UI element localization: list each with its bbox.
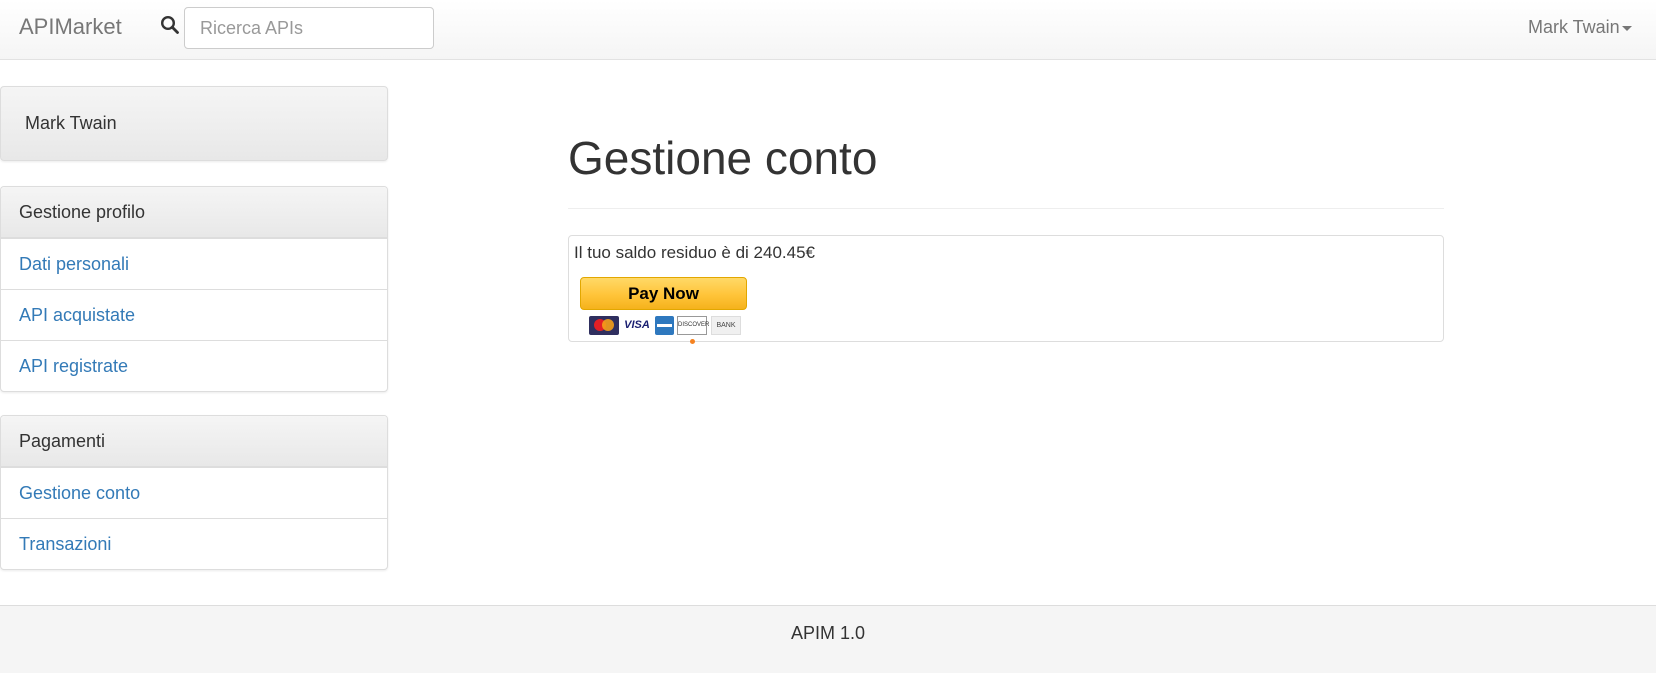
title-divider (568, 208, 1444, 209)
balance-text: Il tuo saldo residuo è di 240.45€ (574, 243, 816, 262)
sidebar-item-gestione-conto[interactable]: Gestione conto (1, 467, 387, 518)
user-panel: Mark Twain (0, 86, 388, 161)
sidebar-item-transazioni[interactable]: Transazioni (1, 518, 387, 569)
payments-panel: Pagamenti Gestione conto Transazioni (0, 415, 388, 570)
amex-icon (655, 316, 674, 335)
balance-panel: Il tuo saldo residuo è di 240.45€ Pay No… (568, 235, 1444, 344)
user-menu-label: Mark Twain (1528, 17, 1620, 37)
sidebar-item-dati-personali[interactable]: Dati personali (1, 238, 387, 289)
mastercard-icon (589, 316, 619, 335)
payments-panel-heading: Pagamenti (1, 416, 387, 467)
discover-icon: DISCOVER (677, 316, 709, 344)
bank-icon: BANK (711, 316, 741, 335)
profile-panel: Gestione profilo Dati personali API acqu… (0, 186, 388, 392)
search-input[interactable] (184, 7, 434, 49)
user-menu-dropdown[interactable]: Mark Twain (1528, 17, 1632, 38)
sidebar-item-api-registrate[interactable]: API registrate (1, 340, 387, 391)
search-icon (160, 15, 179, 34)
footer-version: APIM 1.0 (790, 623, 866, 643)
navbar: APIMarket Mark Twain (0, 0, 1656, 60)
sidebar-user-name: Mark Twain (25, 113, 117, 133)
sidebar-item-api-acquistate[interactable]: API acquistate (1, 289, 387, 340)
caret-down-icon (1621, 25, 1632, 31)
brand-logo[interactable]: APIMarket (19, 14, 122, 40)
page-title: Gestione conto (568, 132, 878, 184)
visa-icon: VISA (624, 319, 650, 331)
footer: APIM 1.0 (0, 605, 1656, 673)
profile-panel-heading: Gestione profilo (1, 187, 387, 238)
pay-now-button[interactable]: Pay Now (580, 277, 747, 310)
